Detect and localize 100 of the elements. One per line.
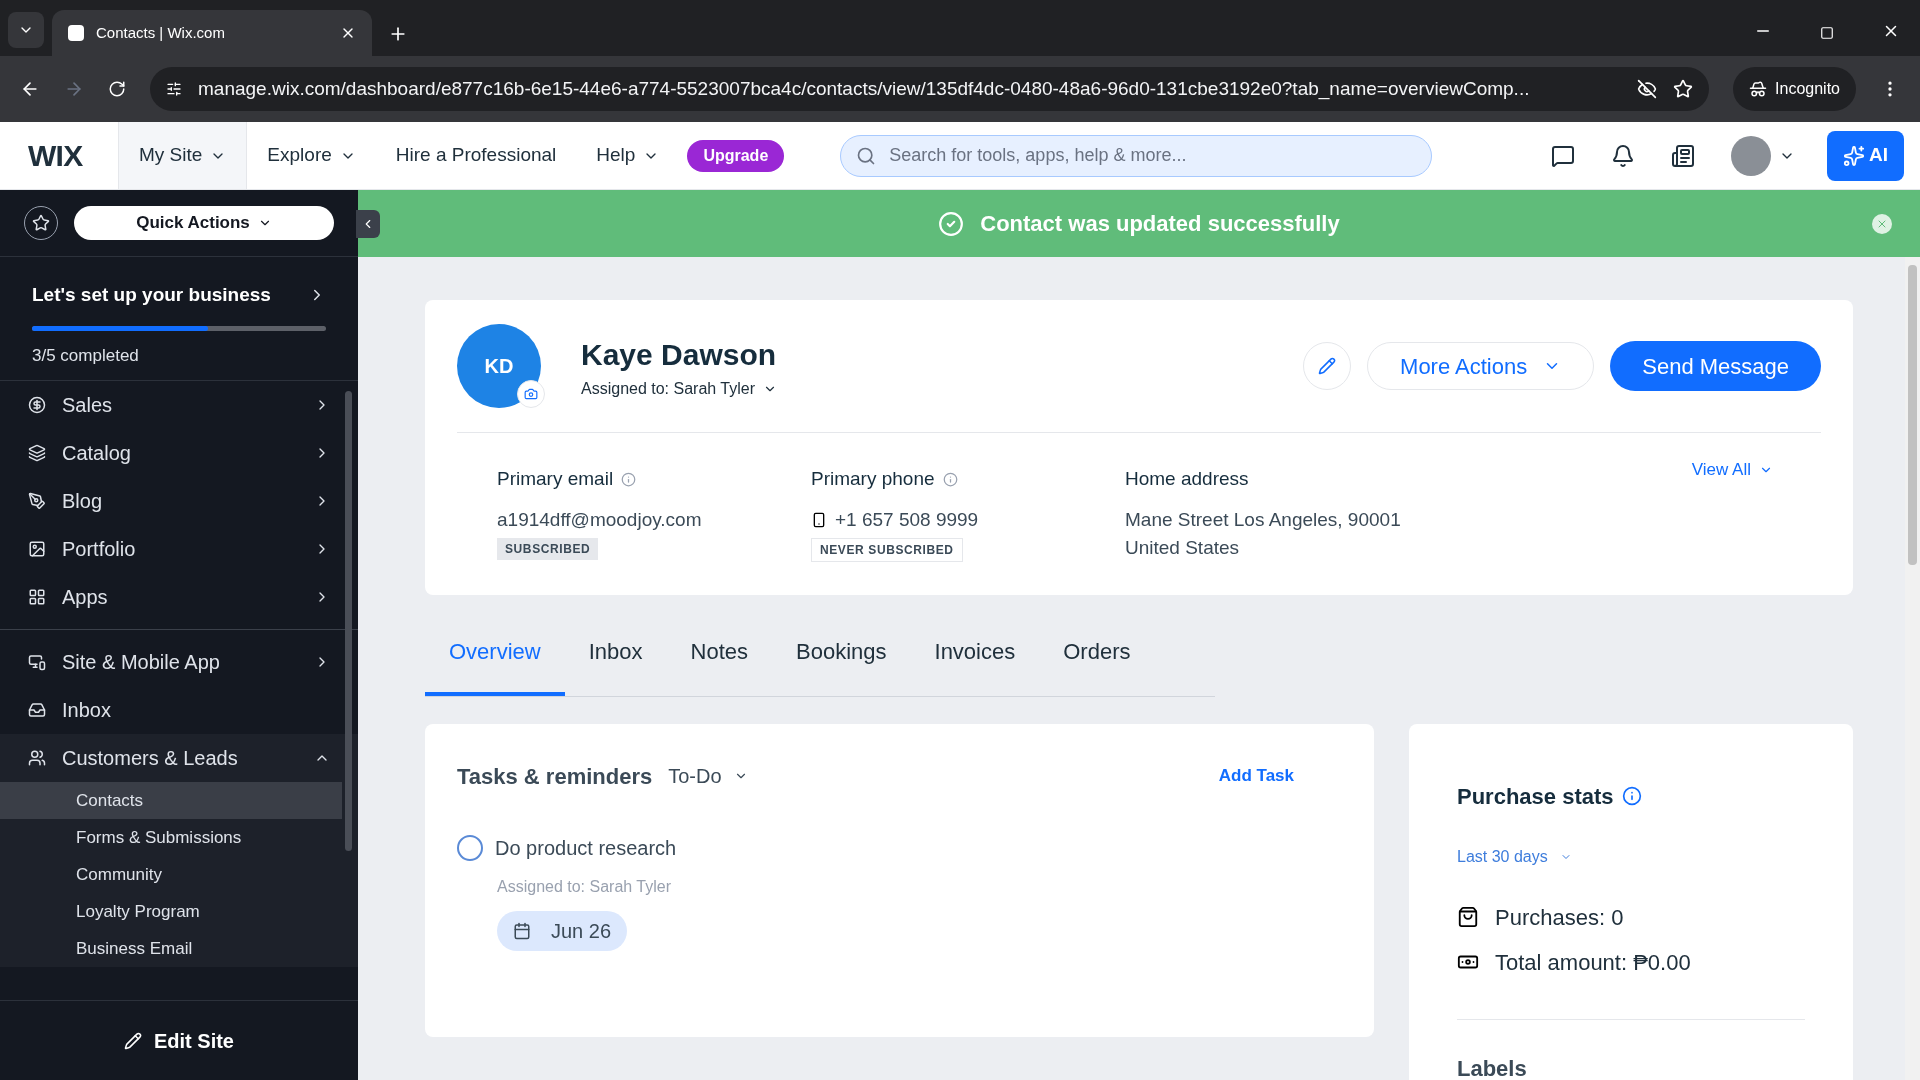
browser-tab[interactable]: Contacts | Wix.com <box>52 10 372 56</box>
calendar-icon <box>513 921 531 940</box>
bookmark-icon[interactable] <box>1673 79 1694 99</box>
sidebar-subitem[interactable]: Community <box>0 856 358 893</box>
sidebar-item[interactable]: Customers & Leads <box>0 734 358 782</box>
address-bar[interactable]: manage.wix.com/dashboard/e877c16b-6e15-44e6-a774-5523007bca4c/contacts/view/135df4dc-0480-48a6-96d0-131cbe3192e0?tab_name=overviewComp... <box>150 67 1710 111</box>
tab[interactable]: Invoices <box>910 626 1040 696</box>
pencil-icon <box>1318 357 1337 375</box>
quick-actions-button[interactable]: Quick Actions <box>74 206 334 240</box>
check-circle-icon <box>938 210 965 237</box>
camera-icon <box>524 387 538 401</box>
scrollbar[interactable] <box>345 391 352 851</box>
inbox-icon <box>28 701 46 719</box>
task-checkbox[interactable] <box>457 834 483 861</box>
chat-icon[interactable] <box>1551 143 1575 168</box>
field-label: Primary email <box>497 467 614 491</box>
period-dropdown[interactable]: Last 30 days <box>1457 844 1572 869</box>
incognito-icon <box>1749 80 1768 98</box>
view-all-link[interactable]: View All <box>1691 457 1773 483</box>
tab[interactable]: Orders <box>1039 626 1155 696</box>
sidebar-item[interactable]: Sales <box>0 381 358 429</box>
collapse-button[interactable] <box>356 210 380 238</box>
sidebar-subitem[interactable]: Contacts <box>0 782 342 819</box>
sidebar-item[interactable]: Site & Mobile App <box>0 638 358 686</box>
success-message: Contact was updated successfully <box>980 210 1340 238</box>
tab-list-button[interactable] <box>8 12 44 48</box>
field-value: Mane Street Los Angeles, 90001 <box>1125 507 1401 532</box>
info-icon <box>621 471 637 487</box>
status-badge: SUBSCRIBED <box>497 538 599 560</box>
grid-icon <box>28 588 46 606</box>
section-title: Purchase stats <box>1457 782 1614 811</box>
people-icon <box>28 749 46 767</box>
news-icon[interactable] <box>1671 143 1695 168</box>
bag-icon <box>1457 906 1479 928</box>
star-icon <box>32 214 50 232</box>
nav-menu-item[interactable]: Hire a Professional <box>375 122 577 189</box>
search-icon <box>856 145 877 166</box>
devices-icon <box>28 653 46 671</box>
favicon-icon <box>68 25 84 41</box>
nav-menu-item[interactable]: Explore <box>247 122 376 189</box>
logo[interactable]: WIX <box>0 133 118 178</box>
scrollbar[interactable] <box>1908 265 1917 565</box>
pencil-icon <box>124 1031 142 1050</box>
filter-dropdown[interactable]: To-Do <box>668 761 748 791</box>
tab[interactable]: Notes <box>666 626 772 696</box>
maximize-icon[interactable] <box>1820 26 1834 40</box>
incognito-label: Incognito <box>1775 79 1840 99</box>
send-message-button[interactable]: Send Message <box>1610 341 1821 391</box>
avatar[interactable] <box>1731 135 1771 176</box>
status-badge: NEVER SUBSCRIBED <box>811 538 963 562</box>
sidebar-subitem[interactable]: Loyalty Program <box>0 893 358 930</box>
edit-site-button[interactable]: Edit Site <box>124 1025 234 1056</box>
sidebar-item[interactable]: Portfolio <box>0 525 358 573</box>
site-settings-icon[interactable] <box>166 81 182 97</box>
tab[interactable]: Overview <box>425 626 565 696</box>
avatar: KD <box>457 324 541 408</box>
camera-button[interactable] <box>517 380 545 408</box>
sidebar-item[interactable]: Catalog <box>0 429 358 477</box>
field-value: +1 657 508 9999 <box>835 507 979 532</box>
field-label: Primary phone <box>811 467 935 491</box>
sidebar-subitem[interactable]: Business Email <box>0 930 358 967</box>
section-title: Tasks & reminders <box>457 762 653 791</box>
setup-title[interactable]: Let's set up your business <box>32 281 271 310</box>
tab[interactable]: Inbox <box>564 626 667 696</box>
task-title[interactable]: Do product research <box>495 832 677 863</box>
contact-name: Kaye Dawson <box>581 336 778 373</box>
notifications-icon[interactable] <box>1611 143 1635 168</box>
image-icon <box>28 540 46 558</box>
info-icon <box>942 471 958 487</box>
search-field[interactable]: Search for tools, apps, help & more... <box>840 134 1433 177</box>
stat-text: Purchases: 0 <box>1495 903 1624 932</box>
ai-button[interactable]: AI <box>1827 130 1904 181</box>
tab[interactable]: Bookings <box>772 626 911 696</box>
sidebar-subitem[interactable]: Forms & Submissions <box>0 819 358 856</box>
phone-icon <box>811 511 827 528</box>
due-date-chip[interactable]: Jun 26 <box>497 910 628 951</box>
add-task-link[interactable]: Add Task <box>1218 763 1294 789</box>
dollar-icon <box>28 396 46 414</box>
layers-icon <box>28 444 46 462</box>
upgrade-button[interactable]: Upgrade <box>687 139 785 172</box>
task-assignee: Assigned to: Sarah Tyler <box>497 876 673 897</box>
sidebar-item[interactable]: Apps <box>0 573 358 621</box>
assignee-dropdown[interactable]: Assigned to: Sarah Tyler <box>581 376 778 401</box>
eye-off-icon[interactable] <box>1637 79 1658 99</box>
nav-menu-item[interactable]: Help <box>576 122 680 189</box>
tab-title: Contacts | Wix.com <box>96 22 226 43</box>
sidebar-item[interactable]: Inbox <box>0 686 358 734</box>
incognito-badge[interactable]: Incognito <box>1733 67 1856 111</box>
section-title: Labels <box>1457 1054 1528 1080</box>
progress-text: 3/5 completed <box>32 344 140 367</box>
field-value: United States <box>1125 536 1240 560</box>
sidebar-item[interactable]: Blog <box>0 477 358 525</box>
field-label: Home address <box>1125 467 1249 491</box>
info-icon[interactable] <box>1621 786 1642 806</box>
stat-text: Total amount: ₱0.00 <box>1495 948 1691 977</box>
nav-menu-item[interactable]: My Site <box>118 122 248 189</box>
reload-icon[interactable] <box>108 80 126 98</box>
url-text: manage.wix.com/dashboard/e877c16b-6e15-44e6-a774-5523007bca4c/contacts/view/135df4dc-0480-48a6-96d0-131cbe3192e0?tab_name=overviewComp... <box>198 76 1531 102</box>
sparkle-icon <box>1843 144 1865 167</box>
pen-icon <box>28 492 46 510</box>
